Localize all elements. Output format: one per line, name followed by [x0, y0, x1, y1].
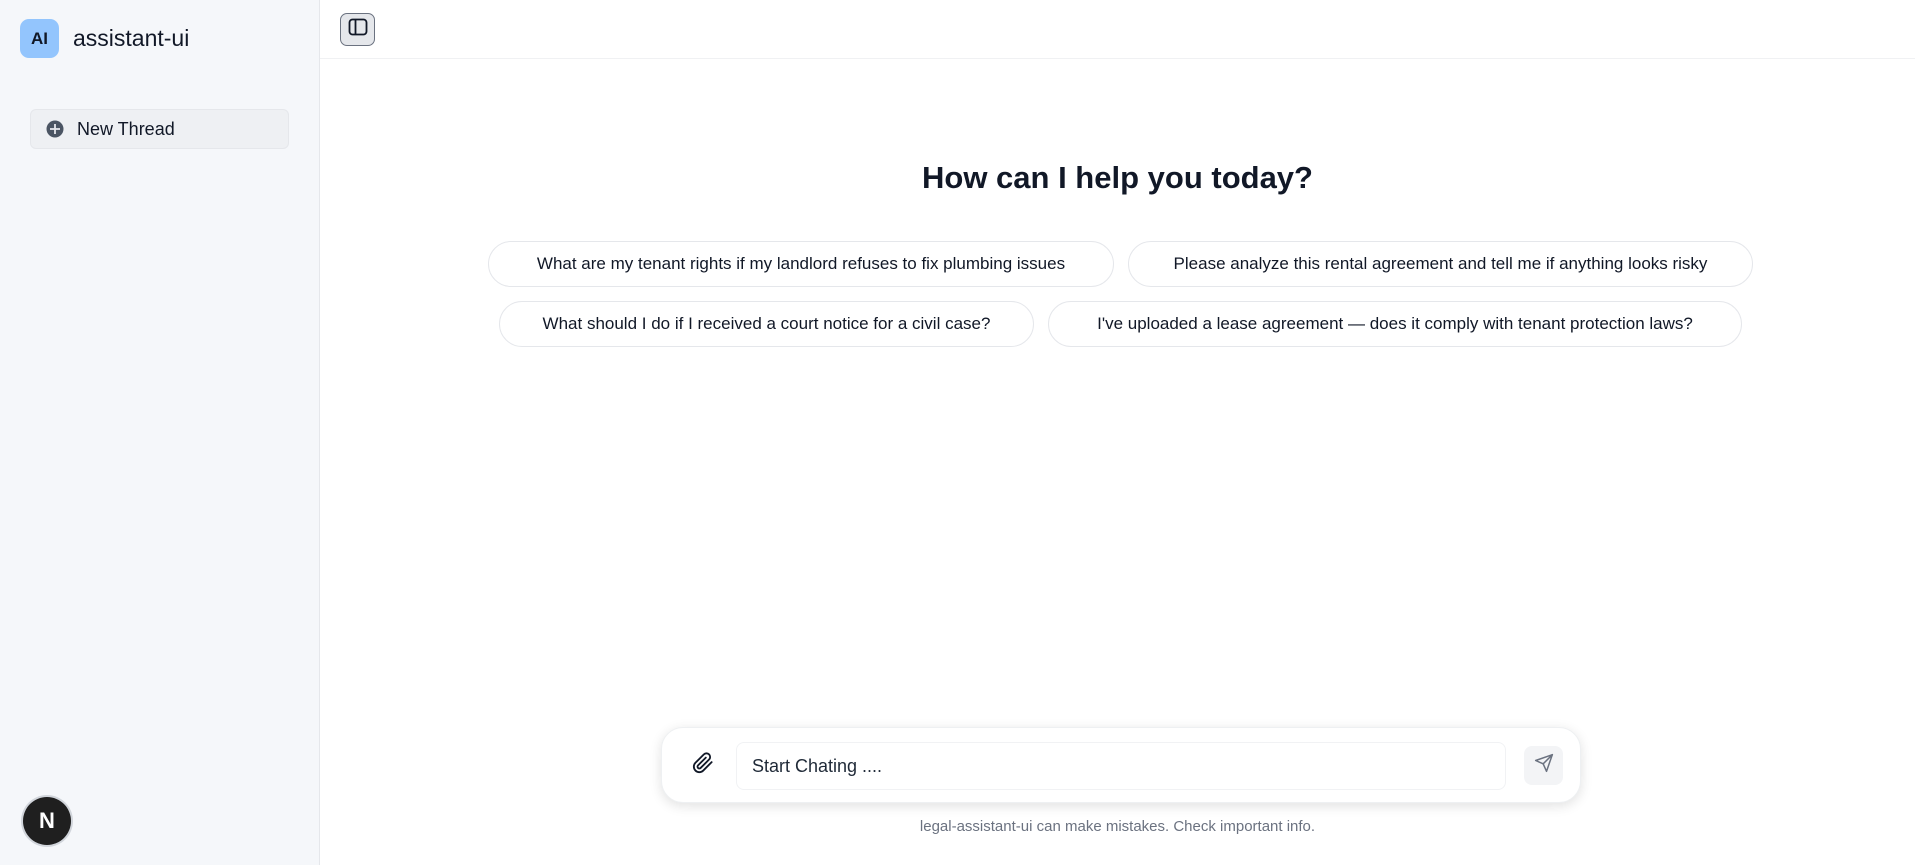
- brand[interactable]: AI assistant-ui: [20, 19, 189, 58]
- attach-button[interactable]: [686, 748, 720, 782]
- sidebar-toggle-icon: [348, 18, 368, 41]
- chat-input[interactable]: [736, 742, 1506, 790]
- new-thread-button[interactable]: New Thread: [30, 109, 289, 149]
- user-avatar-letter: N: [39, 808, 55, 833]
- composer: [661, 727, 1581, 803]
- send-button[interactable]: [1524, 746, 1563, 785]
- send-icon: [1534, 753, 1554, 778]
- suggestion-chip[interactable]: What are my tenant rights if my landlord…: [488, 241, 1114, 287]
- paperclip-icon: [692, 751, 714, 779]
- app-root: AI assistant-ui New Thread N How can I h…: [0, 0, 1915, 865]
- user-avatar[interactable]: N: [23, 797, 71, 845]
- topbar: [320, 0, 1915, 59]
- suggestion-chip[interactable]: Please analyze this rental agreement and…: [1128, 241, 1753, 287]
- main-panel: How can I help you today? What are my te…: [320, 0, 1915, 865]
- new-thread-label: New Thread: [77, 118, 175, 139]
- suggestion-chip[interactable]: I've uploaded a lease agreement — does i…: [1048, 301, 1742, 347]
- plus-circle-icon: [45, 119, 65, 139]
- sidebar: AI assistant-ui New Thread N: [0, 0, 320, 865]
- brand-name: assistant-ui: [73, 25, 190, 51]
- brand-avatar: AI: [20, 19, 59, 58]
- sidebar-toggle-button[interactable]: [340, 13, 375, 46]
- welcome-heading: How can I help you today?: [922, 160, 1313, 195]
- disclaimer-text: legal-assistant-ui can make mistakes. Ch…: [919, 818, 1316, 835]
- suggestion-chip[interactable]: What should I do if I received a court n…: [499, 301, 1034, 347]
